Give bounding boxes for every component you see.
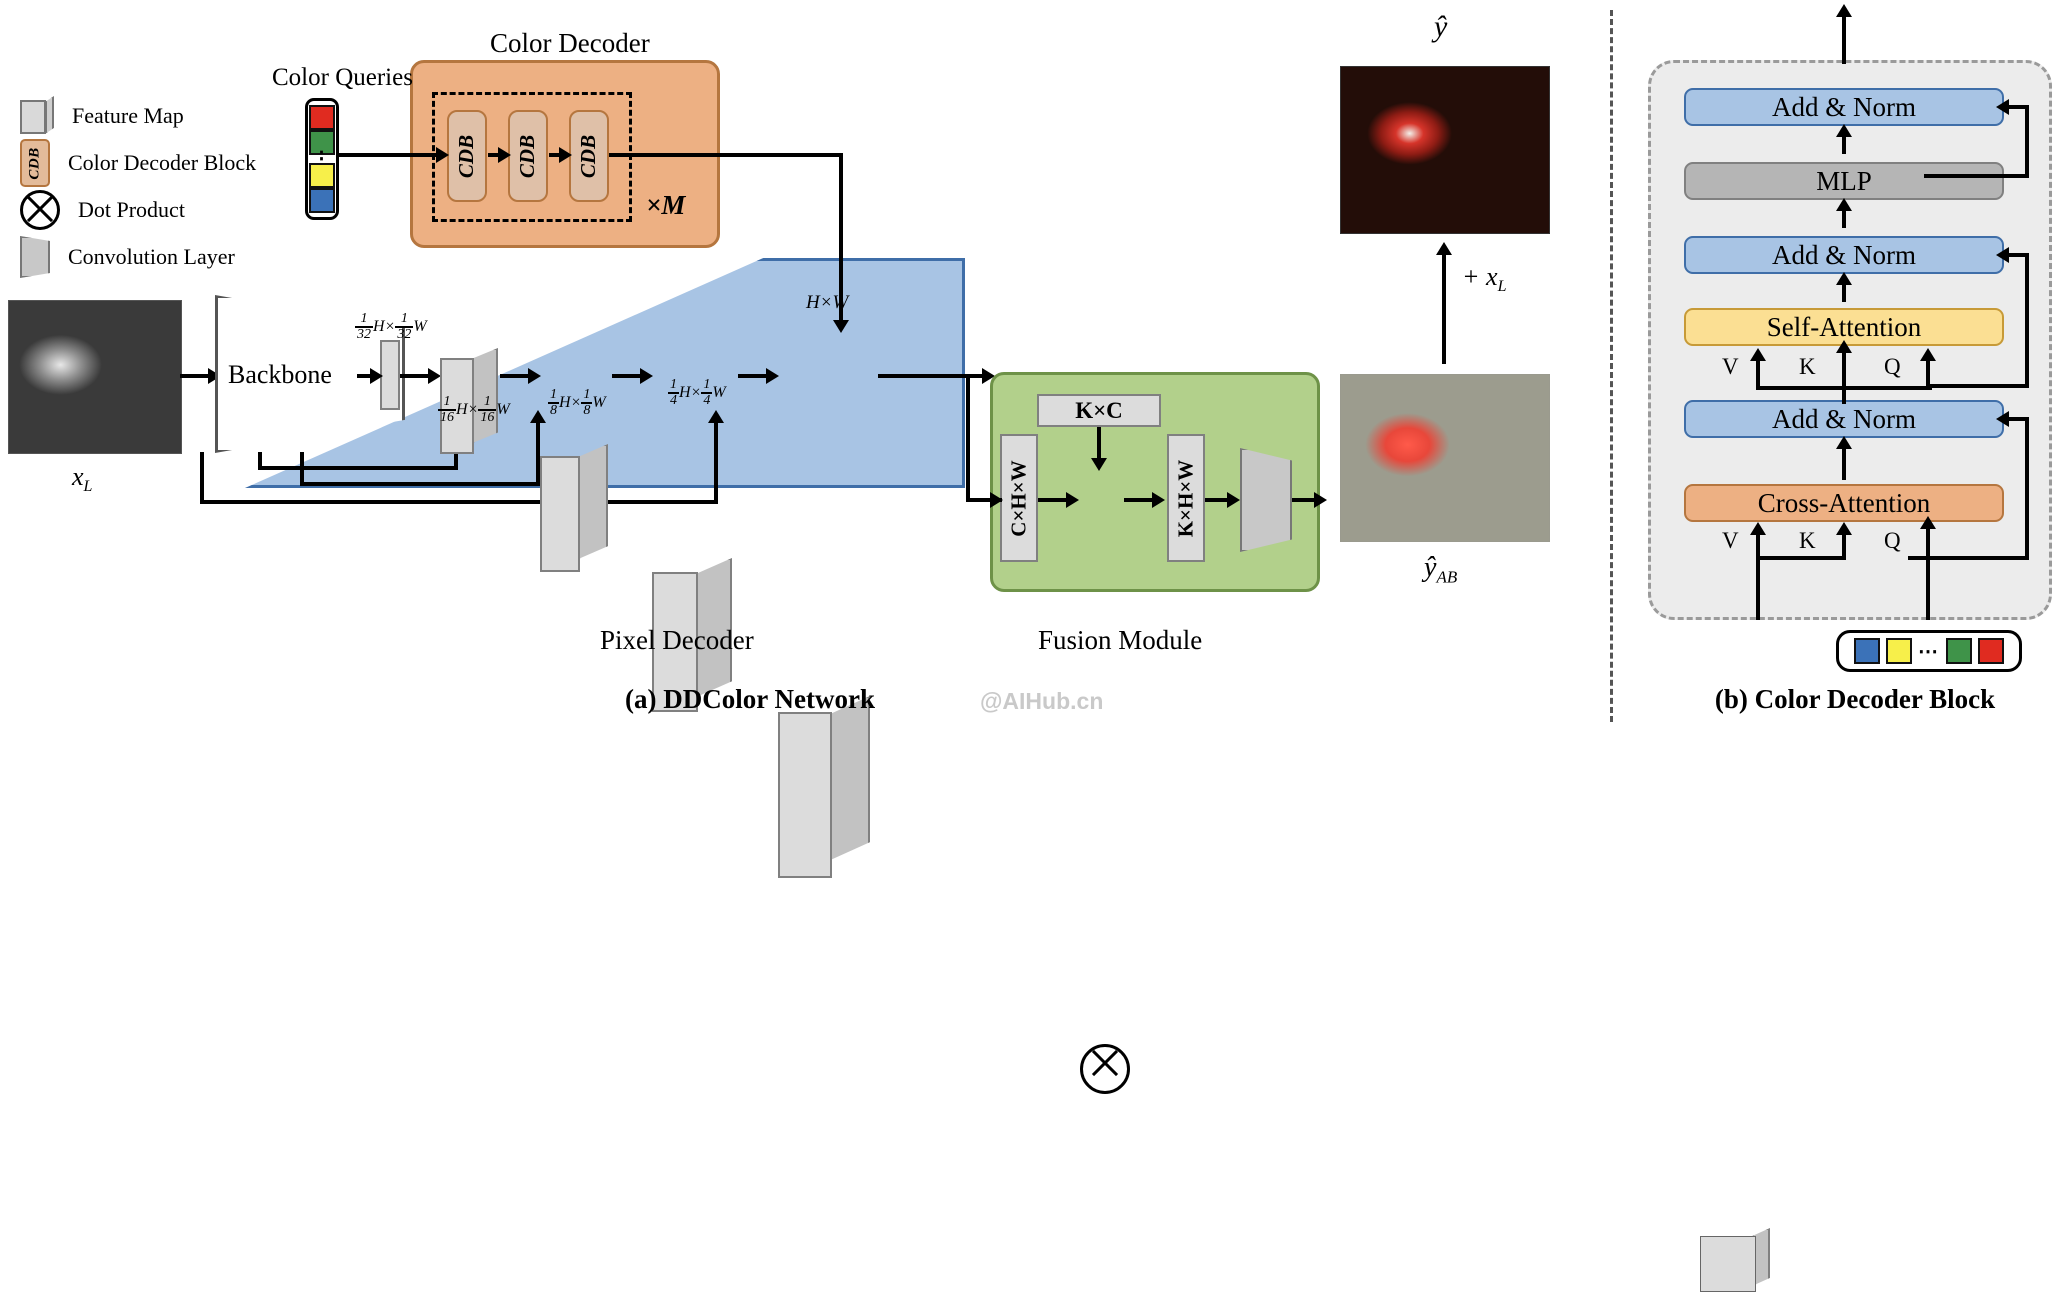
output-y-ab-label: ŷAB [1424, 552, 1457, 588]
cdb-block-2: CDB [508, 110, 548, 202]
feature-map-full [778, 696, 878, 878]
dot-product-icon [20, 190, 60, 230]
legend-item-dot-product: Dot Product [20, 189, 256, 231]
input-image-label: xL [72, 462, 92, 496]
y-ab-sub: AB [1436, 567, 1458, 587]
color-queries-box: ⋮ [305, 98, 339, 220]
add-norm-bottom: Add & Norm [1684, 400, 2004, 438]
figure-root: Feature Map CDB Color Decoder Block Dot … [0, 0, 2072, 1292]
color-swatch-blue [1854, 638, 1880, 664]
legend-label: Feature Map [72, 103, 184, 128]
convolution-layer-icon [20, 236, 50, 278]
output-image-y-hat [1340, 66, 1550, 234]
cdb-icon: CDB [20, 139, 50, 187]
legend: Feature Map CDB Color Decoder Block Dot … [20, 95, 256, 283]
feature-map-1-8-label: 1 8 H× 1 8 W [548, 387, 606, 418]
y-ab-symbol: ŷ [1424, 552, 1437, 583]
pixel-decoder-title: Pixel Decoder [600, 625, 754, 655]
feature-map-1-32 [380, 340, 400, 410]
fusion-module-title: Fusion Module [1038, 625, 1203, 655]
color-swatch-yellow [309, 163, 335, 188]
self-attn-q-label: Q [1884, 354, 1901, 379]
self-attn-v-label: V [1722, 354, 1739, 379]
residual-plus-x: + x [1462, 262, 1498, 291]
ellipsis-icon: ⋮ [311, 148, 333, 170]
caption-b: (b) Color Decoder Block [1714, 684, 1996, 714]
mlp-block: MLP [1684, 162, 2004, 200]
skip-bottom [2025, 417, 2029, 560]
feature-map-1-4-label: 1 4 H× 1 4 W [668, 377, 726, 408]
input-label-x: x [72, 462, 84, 491]
fusion-chw-box: C×H×W [1000, 434, 1038, 562]
fusion-kc-label: K×C [1075, 397, 1123, 423]
watermark: @AIHub.cn [980, 688, 1104, 714]
feature-map-full-label: H×W [806, 292, 849, 313]
cross-attn-v-label: V [1722, 528, 1739, 553]
legend-item-color-decoder-block: CDB Color Decoder Block [20, 139, 257, 187]
self-attn-k-label: K [1799, 354, 1816, 379]
legend-label: Color Decoder Block [68, 150, 257, 175]
caption-a: (a) DDColor Network [625, 684, 875, 714]
feature-map-1-8 [540, 444, 612, 572]
fusion-khw-label: K×H×W [1173, 459, 1198, 537]
cdb-block-1: CDB [447, 110, 487, 202]
color-swatch-green [1946, 638, 1972, 664]
cross-attn-q-label: Q [1884, 528, 1901, 553]
color-queries-title: Color Queries [272, 64, 413, 91]
residual-sub: L [1497, 278, 1507, 296]
cdb-block-label: CDB [515, 134, 540, 178]
input-label-sub: L [83, 478, 93, 496]
output-y-hat-label: ŷ [1434, 10, 1448, 43]
color-swatch-blue [309, 188, 335, 213]
feature-map-1-32-label: 1 32 H× 1 32 W [355, 311, 427, 342]
add-norm-top: Add & Norm [1684, 88, 2004, 126]
skip-top [2025, 105, 2029, 177]
add-norm-mid-label: Add & Norm [1772, 239, 1916, 270]
cross-attn-k-label: K [1799, 528, 1816, 553]
skip-mid [2025, 253, 2029, 387]
residual-add-label: + xL [1462, 262, 1507, 296]
input-image [8, 300, 182, 454]
color-swatch-red [309, 105, 335, 130]
ellipsis-icon: ⋯ [1918, 640, 1940, 663]
cdb-block-label: CDB [576, 134, 601, 178]
feature-map-icon [20, 96, 54, 136]
fusion-convolution-layer [1240, 448, 1292, 552]
cdb-block-3: CDB [569, 110, 609, 202]
color-decoder-title: Color Decoder [490, 28, 650, 58]
mlp-label: MLP [1816, 165, 1872, 196]
panel-divider [1610, 10, 1613, 722]
legend-label: Convolution Layer [68, 244, 235, 269]
cdb-block-label: CDB [454, 134, 479, 178]
self-attention-label: Self-Attention [1766, 311, 1922, 342]
color-swatch-red [1978, 638, 2004, 664]
add-norm-top-label: Add & Norm [1772, 91, 1916, 122]
color-swatch-yellow [1886, 638, 1912, 664]
add-norm-mid: Add & Norm [1684, 236, 2004, 274]
backbone-label: Backbone [228, 360, 332, 389]
cdb-icon-glyph: CDB [26, 146, 43, 180]
fusion-chw-label: C×H×W [1006, 459, 1031, 537]
cross-attention-label: Cross-Attention [1757, 487, 1931, 518]
dot-product-node [1080, 1044, 1130, 1094]
feature-map-1-16-label-2: 1 16 H× 1 16 W [438, 394, 510, 425]
cdb-image-input [1700, 1228, 1782, 1294]
add-norm-bottom-label: Add & Norm [1772, 403, 1916, 434]
fusion-kc-box: K×C [1037, 394, 1161, 427]
output-image-y-ab [1340, 374, 1550, 542]
cross-attention-block: Cross-Attention [1684, 484, 2004, 522]
cdb-query-row: ⋯ [1836, 630, 2022, 672]
legend-item-feature-map: Feature Map [20, 95, 256, 137]
legend-item-convolution-layer: Convolution Layer [20, 236, 256, 278]
legend-label: Dot Product [78, 197, 185, 222]
fusion-khw-box: K×H×W [1167, 434, 1205, 562]
repeat-count-label: ×M [646, 190, 686, 220]
